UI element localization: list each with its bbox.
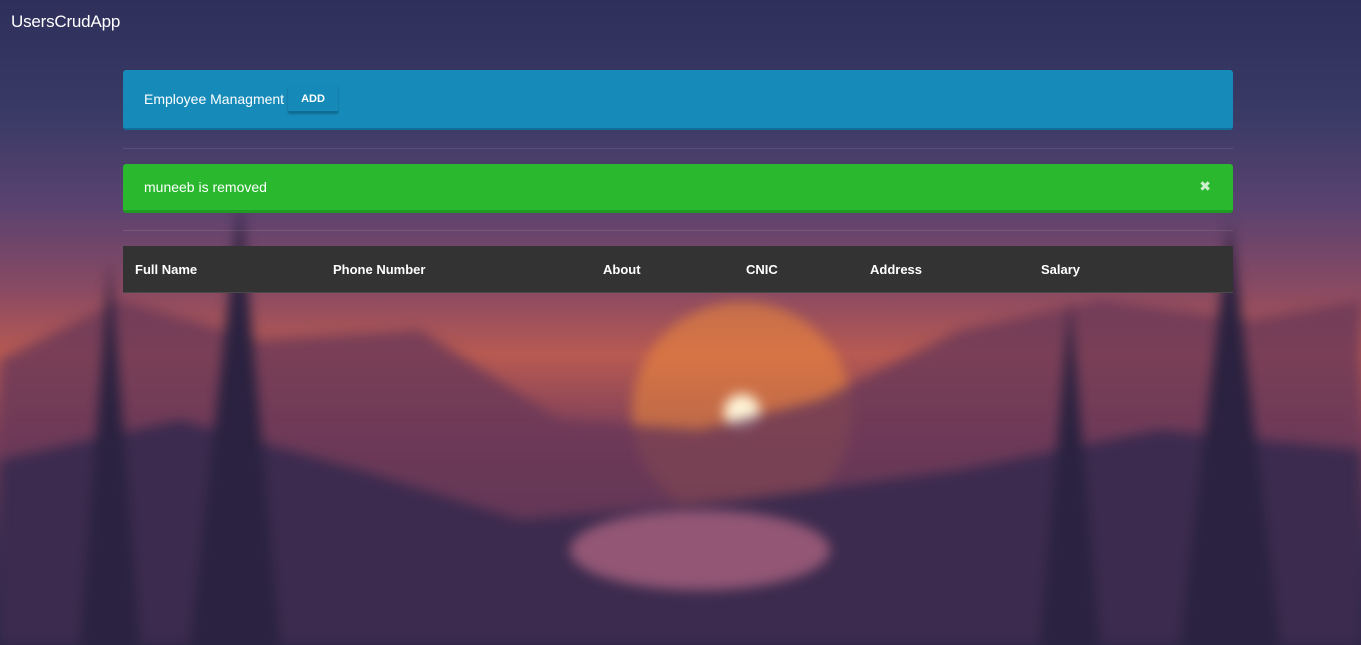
column-header-address: Address (870, 262, 923, 277)
add-employee-button[interactable]: ADD (288, 85, 338, 113)
column-header-about: About (603, 262, 641, 277)
column-header-phone-number: Phone Number (333, 262, 426, 277)
success-alert: muneeb is removed ✖ (123, 164, 1233, 213)
employee-management-panel: Employee Managment ADD (123, 70, 1233, 130)
app-brand[interactable]: UsersCrudApp (11, 12, 120, 32)
close-icon[interactable]: ✖ (1199, 178, 1211, 195)
divider (123, 230, 1233, 231)
employee-table-header: Full Name Phone Number About CNIC Addres… (123, 246, 1233, 293)
alert-message: muneeb is removed (144, 179, 267, 195)
divider (123, 148, 1233, 149)
column-header-full-name: Full Name (135, 262, 198, 277)
panel-title: Employee Managment (144, 91, 285, 107)
column-header-cnic: CNIC (746, 262, 778, 277)
column-header-salary: Salary (1041, 262, 1081, 277)
